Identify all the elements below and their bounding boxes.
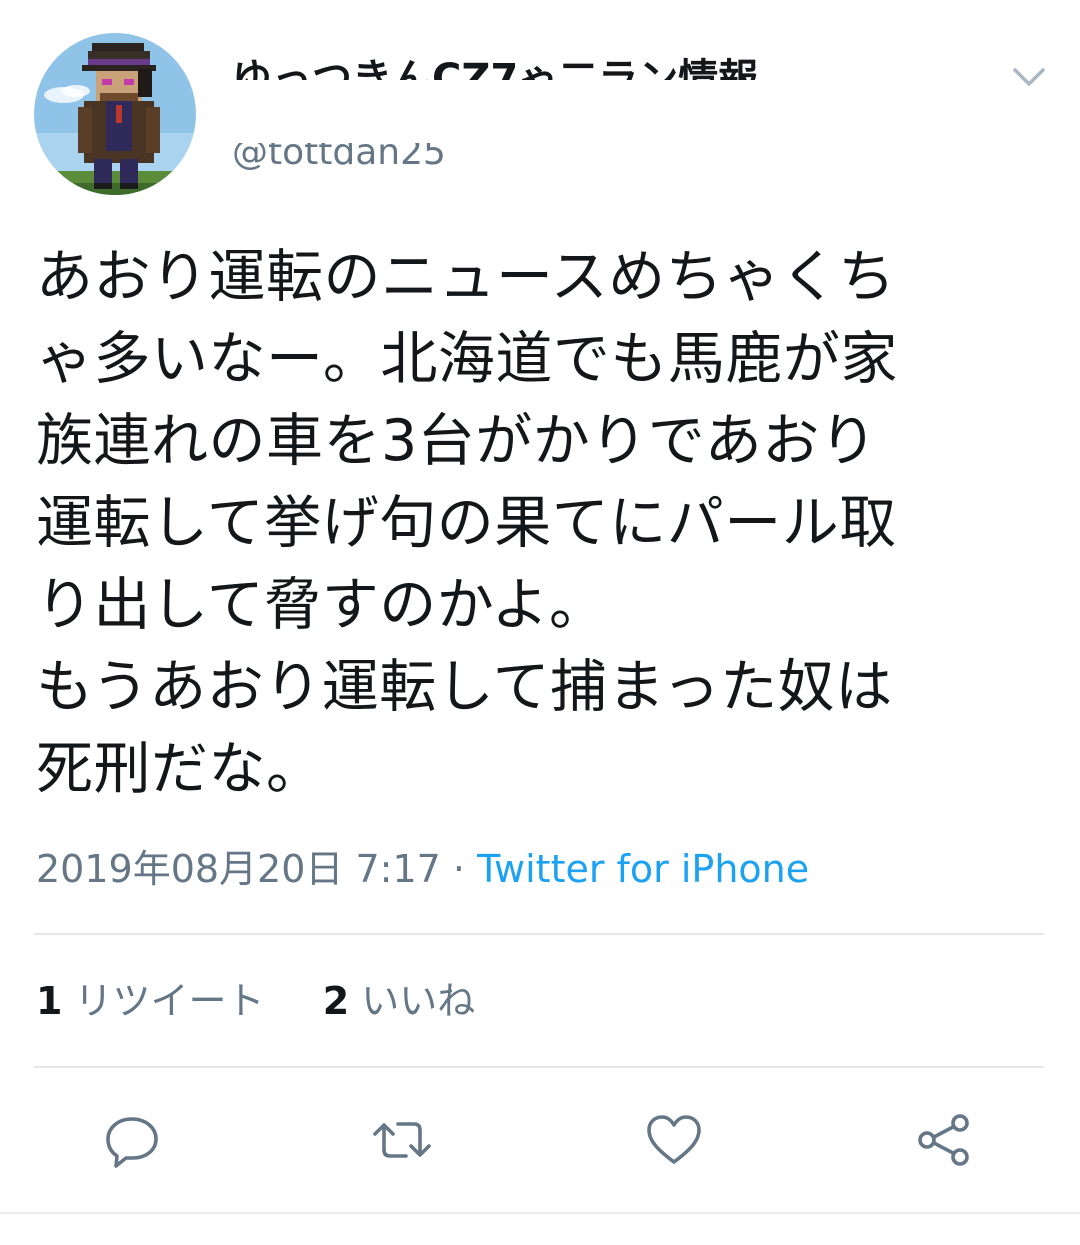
chevron-down-icon[interactable] <box>1009 60 1049 94</box>
retweets-label: リツイート <box>74 979 265 1023</box>
retweets-count: 1 <box>36 979 63 1023</box>
tweet-text-line: 運転して挙げ句の果てにパール取 <box>36 490 897 556</box>
tweet-source-link[interactable]: Twitter for iPhone <box>477 847 809 891</box>
like-button[interactable] <box>644 1110 704 1170</box>
tweet-meta: 2019年08月20日 7:17 · Twitter for iPhone <box>36 846 809 892</box>
display-name[interactable]: ゆっつきんCZ7ゃ二ラン情報 <box>232 40 812 80</box>
pixel-character-avatar-image <box>34 33 196 195</box>
divider <box>34 933 1044 935</box>
heart-icon <box>647 1115 701 1164</box>
user-handle-text: @tottdan25 <box>232 143 446 173</box>
tweet-text-line: 族連れの車を3台がかりであおり <box>36 408 878 474</box>
likes-label: いいね <box>361 979 476 1023</box>
share-button[interactable] <box>914 1110 974 1170</box>
tweet-text-line: ゃ多いなー。北海道でも馬鹿が家 <box>36 326 898 392</box>
retweets-stat[interactable]: 1 リツイート <box>36 979 265 1023</box>
user-handle[interactable]: @tottdan25 <box>232 143 492 173</box>
avatar[interactable] <box>34 33 196 195</box>
tweet-text-line: り出して脅すのかよ。 <box>36 572 607 638</box>
tweet-timestamp[interactable]: 2019年08月20日 7:17 <box>36 847 441 891</box>
retweet-button[interactable] <box>372 1110 432 1170</box>
bottom-divider <box>0 1212 1080 1214</box>
meta-separator: · <box>452 847 466 891</box>
tweet-text: あおり運転のニュースめちゃくち ゃ多いなー。北海道でも馬鹿が家 族連れの車を3台がか… <box>36 236 1036 810</box>
divider <box>34 1066 1044 1068</box>
share-icon <box>918 1114 969 1166</box>
retweet-icon <box>373 1122 431 1158</box>
tweet-text-line: あおり運転のニュースめちゃくち <box>36 244 896 310</box>
reply-icon <box>106 1117 158 1168</box>
tweet-stats: 1 リツイート 2 いいね <box>36 978 475 1024</box>
likes-stat[interactable]: 2 いいね <box>323 979 476 1023</box>
likes-count: 2 <box>322 979 350 1023</box>
tweet-text-line: もうあおり運転して捕まった奴は <box>36 654 893 720</box>
reply-button[interactable] <box>102 1110 162 1170</box>
display-name-text: ゆっつきんCZ7ゃ二ラン情報 <box>232 56 759 80</box>
tweet-text-line: 死刑だな。 <box>36 736 324 802</box>
